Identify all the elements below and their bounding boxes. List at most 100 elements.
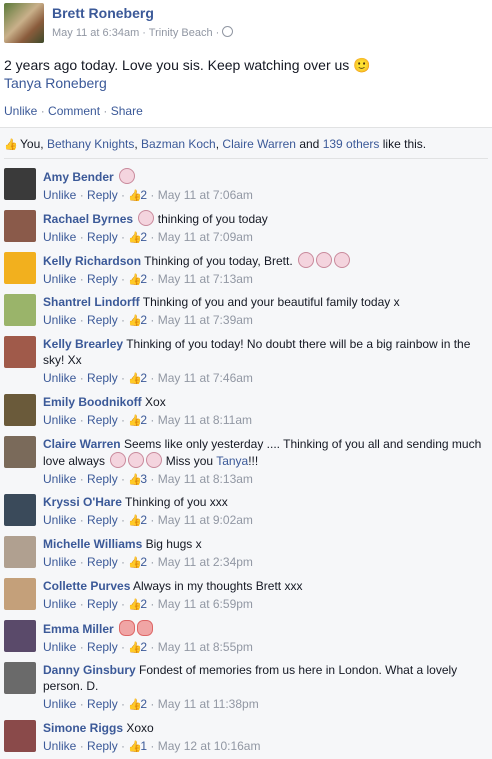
comment-reply-button[interactable]: Reply [87, 371, 118, 385]
commenter-name[interactable]: Kelly Brearley [43, 337, 123, 351]
comment-unlike-button[interactable]: Unlike [43, 555, 76, 569]
comment-unlike-button[interactable]: Unlike [43, 188, 76, 202]
comment-unlike-button[interactable]: Unlike [43, 230, 76, 244]
comment-reply-button[interactable]: Reply [87, 472, 118, 486]
commenter-name[interactable]: Claire Warren [43, 437, 121, 451]
separator: · [117, 413, 129, 427]
comment-unlike-button[interactable]: Unlike [43, 697, 76, 711]
commenter-avatar[interactable] [4, 252, 36, 284]
comment-timestamp[interactable]: May 11 at 8:11am [158, 413, 252, 427]
comment-reply-button[interactable]: Reply [87, 739, 118, 753]
commenter-name[interactable]: Michelle Williams [43, 537, 142, 551]
comment-unlike-button[interactable]: Unlike [43, 513, 76, 527]
comment-reply-button[interactable]: Reply [87, 640, 118, 654]
comment-unlike-button[interactable]: Unlike [43, 272, 76, 286]
comment-actions: Unlike · Reply · 👍2 · May 11 at 7:46am [43, 370, 483, 386]
thumbs-up-icon: 👍 [128, 190, 143, 202]
comment-unlike-button[interactable]: Unlike [43, 739, 76, 753]
commenter-name[interactable]: Kryssi O'Hare [43, 495, 122, 509]
commenter-name[interactable]: Emily Boodnikoff [43, 395, 142, 409]
comment-reply-button[interactable]: Reply [87, 597, 118, 611]
comment-timestamp[interactable]: May 11 at 7:13am [158, 272, 253, 286]
liker-link[interactable]: Bethany Knights [47, 137, 134, 151]
commenter-name[interactable]: Kelly Richardson [43, 254, 141, 268]
post-tag-link[interactable]: Tanya Roneberg [4, 74, 484, 92]
comment-reply-button[interactable]: Reply [87, 230, 118, 244]
commenter-avatar[interactable] [4, 210, 36, 242]
comment-timestamp[interactable]: May 11 at 2:34pm [158, 555, 253, 569]
comment-timestamp[interactable]: May 11 at 7:39am [158, 313, 253, 327]
thumbs-up-icon: 👍 [128, 373, 143, 385]
separator: · [147, 230, 158, 244]
comment-body: Michelle Williams Big hugs x Unlike · Rep… [43, 536, 483, 570]
commenter-avatar[interactable] [4, 662, 36, 694]
post-meta-text[interactable]: May 11 at 6:34am · Trinity Beach · [52, 27, 219, 39]
commenter-name[interactable]: Amy Bender [43, 170, 114, 184]
comment-timestamp[interactable]: May 11 at 9:02am [158, 513, 253, 527]
commenter-avatar[interactable] [4, 394, 36, 426]
comment-timestamp[interactable]: May 11 at 8:55pm [158, 640, 253, 654]
commenter-name[interactable]: Danny Ginsbury [43, 663, 136, 677]
comment-reply-button[interactable]: Reply [87, 413, 118, 427]
comment-unlike-button[interactable]: Unlike [43, 371, 76, 385]
separator: · [147, 640, 158, 654]
separator: · [147, 472, 158, 486]
commenter-avatar[interactable] [4, 620, 36, 652]
divider [4, 158, 488, 159]
comment-line: Claire Warren Seems like only yesterday … [43, 436, 483, 469]
author-avatar[interactable] [4, 3, 44, 43]
comment-reply-button[interactable]: Reply [87, 555, 118, 569]
comment-tag-link[interactable]: Tanya [216, 454, 248, 468]
separator: · [76, 371, 88, 385]
comment-timestamp[interactable]: May 11 at 7:06am [158, 188, 253, 202]
comment-text: Always in my thoughts Brett xxx [133, 579, 303, 593]
comment-reply-button[interactable]: Reply [87, 697, 118, 711]
comment-unlike-button[interactable]: Unlike [43, 413, 76, 427]
liker-link[interactable]: Bazman Koch [141, 137, 216, 151]
commenter-avatar[interactable] [4, 436, 36, 468]
separator: · [117, 313, 129, 327]
likes-others-link[interactable]: 139 others [323, 137, 380, 151]
unlike-button[interactable]: Unlike [4, 104, 37, 118]
commenter-name[interactable]: Emma Miller [43, 622, 114, 636]
share-button[interactable]: Share [111, 104, 143, 118]
comment-unlike-button[interactable]: Unlike [43, 640, 76, 654]
comment-timestamp[interactable]: May 11 at 8:13am [158, 472, 253, 486]
comment-timestamp[interactable]: May 11 at 7:09am [158, 230, 253, 244]
thumbs-up-icon: 👍 [128, 315, 143, 327]
commenter-avatar[interactable] [4, 336, 36, 368]
separator: · [76, 188, 88, 202]
comment-text: Xoxo [126, 721, 154, 735]
comment-timestamp[interactable]: May 11 at 7:46am [158, 371, 253, 385]
commenter-avatar[interactable] [4, 720, 36, 752]
commenter-avatar[interactable] [4, 536, 36, 568]
heart-bow-emoji-icon [137, 620, 154, 636]
comment-unlike-button[interactable]: Unlike [43, 472, 76, 486]
comment-reply-button[interactable]: Reply [87, 272, 118, 286]
comment-actions: Unlike · Reply · 👍2 · May 11 at 2:34pm [43, 554, 483, 570]
liker-link[interactable]: Claire Warren [222, 137, 296, 151]
comment-reply-button[interactable]: Reply [87, 188, 118, 202]
commenter-name[interactable]: Shantrel Lindorff [43, 295, 140, 309]
commenter-avatar[interactable] [4, 294, 36, 326]
separator: · [147, 272, 158, 286]
separator: · [40, 104, 49, 118]
comment-body: Emily Boodnikoff Xox Unlike · Reply · 👍2 … [43, 394, 483, 428]
commenter-name[interactable]: Collette Purves [43, 579, 130, 593]
comment-timestamp[interactable]: May 11 at 11:38pm [158, 697, 259, 711]
comment-timestamp[interactable]: May 12 at 10:16am [158, 739, 261, 753]
commenter-avatar[interactable] [4, 168, 36, 200]
comment-text: Xox [145, 395, 166, 409]
comment-reply-button[interactable]: Reply [87, 513, 118, 527]
commenter-name[interactable]: Simone Riggs [43, 721, 123, 735]
comment-unlike-button[interactable]: Unlike [43, 597, 76, 611]
author-name[interactable]: Brett Roneberg [52, 5, 154, 21]
thumbs-up-icon: 👍 [128, 699, 143, 711]
comment-reply-button[interactable]: Reply [87, 313, 118, 327]
commenter-avatar[interactable] [4, 578, 36, 610]
commenter-avatar[interactable] [4, 494, 36, 526]
comment-timestamp[interactable]: May 11 at 6:59pm [158, 597, 253, 611]
comment-unlike-button[interactable]: Unlike [43, 313, 76, 327]
commenter-name[interactable]: Rachael Byrnes [43, 212, 133, 226]
comment-button[interactable]: Comment [48, 104, 100, 118]
